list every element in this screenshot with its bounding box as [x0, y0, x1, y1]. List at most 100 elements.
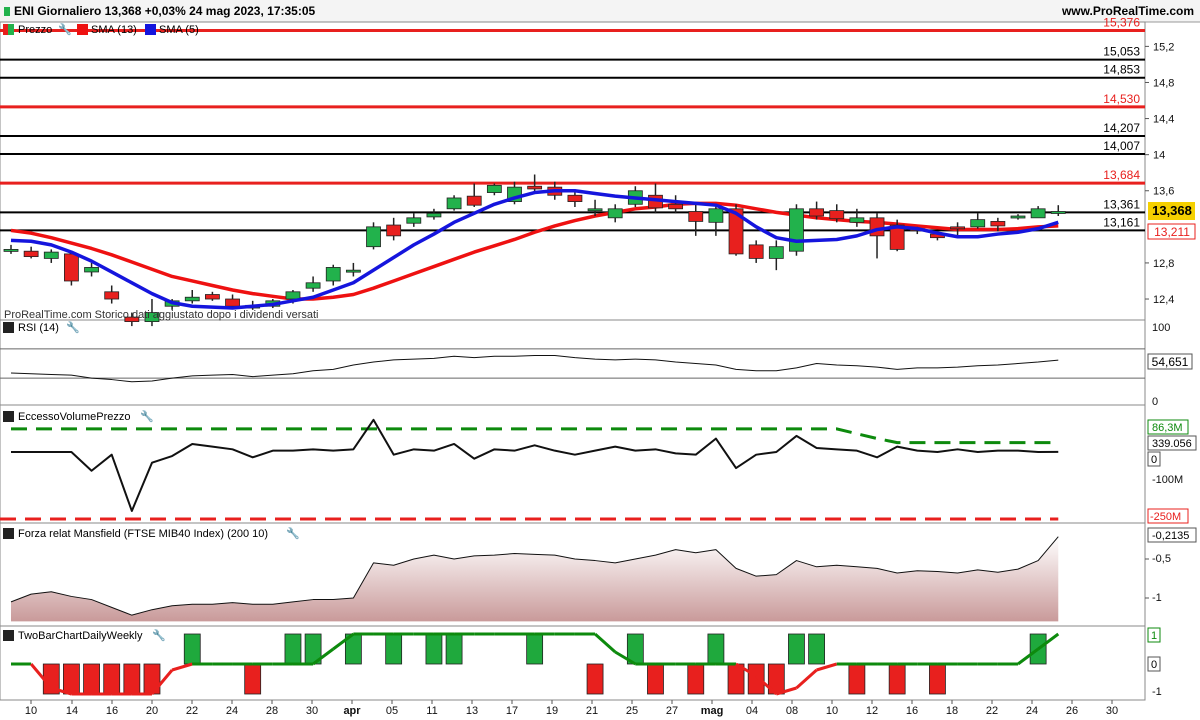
x-tick-label: 24	[226, 705, 238, 717]
x-tick-label: 14	[66, 705, 78, 717]
twobar-wrench-icon[interactable]: 🔧	[152, 628, 166, 642]
x-tick-label: 24	[1026, 705, 1038, 717]
legend-rsi: RSI (14)	[18, 322, 59, 334]
level-label: 15,053	[1103, 45, 1140, 59]
x-axis: 10 14 16 20 22 24 28 30 apr 05 11 13 17 19 21 25 27 mag 04…	[25, 700, 1118, 717]
candle-body	[688, 211, 704, 222]
x-tick-label: 11	[426, 705, 437, 717]
mansfield-tick-1: -1	[1152, 592, 1162, 604]
twobar-bars	[11, 632, 1060, 696]
candle-body	[1030, 208, 1046, 219]
price-tick-label: 14,4	[1153, 114, 1174, 126]
x-tick-label: 10	[25, 705, 37, 717]
twobar-line-seg	[594, 632, 617, 654]
price-tick-label: 14,8	[1153, 77, 1174, 89]
last-price-label: 13,368	[1152, 203, 1192, 218]
twobar-bar	[63, 663, 80, 695]
sma13-line	[10, 201, 1059, 301]
legend-sma13: SMA (13)	[91, 24, 137, 36]
price-value-labels: 13,368 13,211	[1147, 202, 1196, 240]
candle-body	[768, 246, 784, 259]
legend-mansfield: Forza relat Mansfield (FTSE MIB40 Index)…	[18, 528, 268, 540]
twobar-bar	[888, 663, 906, 695]
x-tick-label: 17	[506, 705, 518, 717]
evp-polyline	[11, 418, 1059, 512]
sma13-label: 13,211	[1154, 225, 1190, 239]
evp-wrench-icon[interactable]: 🔧	[140, 409, 154, 423]
twobar-bar	[244, 663, 262, 695]
chart-canvas: ENI Giornaliero 13,368 +0,03% 24 mag 202…	[0, 0, 1200, 717]
twobar-line-seg	[171, 662, 193, 672]
watermark: ProRealTime.com Storico dati aggiustato …	[4, 309, 318, 321]
wrench-icon[interactable]: 🔧	[58, 22, 72, 36]
evp-lower-label: -250M	[1150, 511, 1181, 523]
level-label: 14,007	[1103, 139, 1140, 153]
x-tick-label: 04	[746, 705, 758, 717]
twobar-tick-neg1: -1	[1152, 686, 1162, 698]
candle-body	[43, 251, 59, 259]
twobar-bar	[123, 663, 141, 695]
twobar-bar	[687, 663, 705, 695]
candle-body	[668, 203, 684, 210]
twobar-bar	[647, 663, 664, 695]
twobar-bar	[526, 633, 544, 665]
x-tick-label: 22	[986, 705, 998, 717]
x-tick-label: 18	[946, 705, 958, 717]
rsi-line	[0, 348, 1145, 383]
candle-body	[849, 217, 865, 223]
twobar-bar	[788, 633, 805, 665]
x-tick-label: 30	[306, 705, 318, 717]
mansfield-tick-05: -0,5	[1152, 553, 1171, 565]
chart-title: ENI Giornaliero 13,368 +0,03% 24 mag 202…	[14, 4, 316, 18]
candle-body	[84, 267, 99, 273]
mansfield-area	[10, 536, 1149, 622]
candle-body	[204, 294, 220, 300]
candle-body	[970, 219, 986, 228]
candle-body	[567, 194, 583, 202]
candle-body	[748, 244, 764, 259]
x-tick-label: 26	[1066, 705, 1078, 717]
rsi-wrench-icon[interactable]: 🔧	[66, 320, 80, 334]
x-tick-label: 28	[266, 705, 278, 717]
x-tick-label: 12	[866, 705, 878, 717]
evp-zero-label: 0	[1151, 454, 1157, 466]
price-tick-label: 15,2	[1153, 41, 1174, 53]
twobar-bar	[425, 633, 443, 665]
twobar-line-seg	[816, 662, 838, 672]
level-label: 14,530	[1103, 92, 1140, 106]
x-tick-label: 10	[826, 705, 838, 717]
twobar-line-seg	[795, 668, 818, 690]
candle-body	[225, 298, 240, 307]
sma13-swatch	[77, 24, 88, 35]
evp-upper-label: 86,3M	[1152, 422, 1183, 434]
candle-body	[950, 226, 965, 230]
twobar-bar	[707, 633, 725, 665]
candle-body	[386, 224, 402, 237]
twobar-bar	[445, 633, 463, 665]
x-tick-label: 21	[586, 705, 598, 717]
legend-evp: EccessoVolumePrezzo	[18, 411, 131, 423]
level-label: 13,684	[1103, 168, 1140, 182]
level-label: 15,376	[1103, 16, 1140, 30]
candle-body	[708, 208, 724, 223]
candle-body	[1010, 215, 1026, 219]
panel-frame-2	[0, 404, 1146, 524]
price-tick-label: 12,8	[1153, 258, 1174, 270]
price-legend: Prezzo 🔧 SMA (13) SMA (5)	[3, 22, 199, 36]
x-tick-label: 08	[786, 705, 798, 717]
evp-value-label: 339.056	[1152, 438, 1192, 450]
twobar-bar	[83, 663, 100, 695]
price-tick-label: 13,6	[1153, 186, 1174, 198]
candle-body	[3, 248, 19, 252]
candle-body	[527, 185, 543, 190]
mansfield-wrench-icon[interactable]: 🔧	[286, 526, 300, 540]
candles	[3, 174, 1066, 327]
twobar-bar	[103, 663, 121, 695]
candle-body	[1050, 211, 1066, 214]
twobar-bar	[385, 633, 403, 665]
candle-body	[809, 208, 824, 217]
legend-prezzo: Prezzo	[18, 24, 52, 36]
x-tick-label: 16	[106, 705, 118, 717]
twobar-bar	[808, 633, 825, 665]
candle-body	[607, 208, 623, 219]
